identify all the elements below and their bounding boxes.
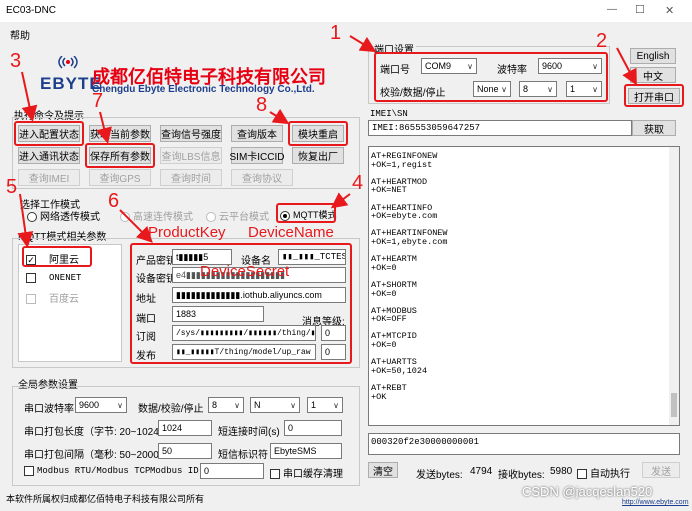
arrow-7 bbox=[96, 111, 112, 144]
arrow-5 bbox=[17, 193, 34, 248]
arrow-6 bbox=[119, 209, 153, 243]
annotation-device-name: DeviceName bbox=[248, 224, 334, 241]
arrow-4 bbox=[330, 192, 351, 209]
annotation-number-7: 7 bbox=[92, 90, 104, 112]
annotation-number-1: 1 bbox=[330, 22, 342, 44]
arrow-2 bbox=[616, 47, 637, 86]
annotation-number-5: 5 bbox=[6, 176, 18, 198]
annotation-device-secret: DeviceSecret bbox=[200, 263, 290, 280]
annotation-number-3: 3 bbox=[10, 50, 22, 72]
arrow-8 bbox=[269, 108, 290, 125]
annotation-arrows bbox=[17, 35, 637, 248]
annotation-number-8: 8 bbox=[256, 94, 268, 116]
annotation-number-2: 2 bbox=[596, 30, 608, 52]
arrow-3 bbox=[21, 71, 38, 122]
annotation-number-4: 4 bbox=[352, 172, 364, 194]
annotation-number-6: 6 bbox=[108, 190, 120, 212]
arrow-1 bbox=[349, 35, 377, 53]
annotation-product-key: ProductKey bbox=[148, 224, 226, 241]
